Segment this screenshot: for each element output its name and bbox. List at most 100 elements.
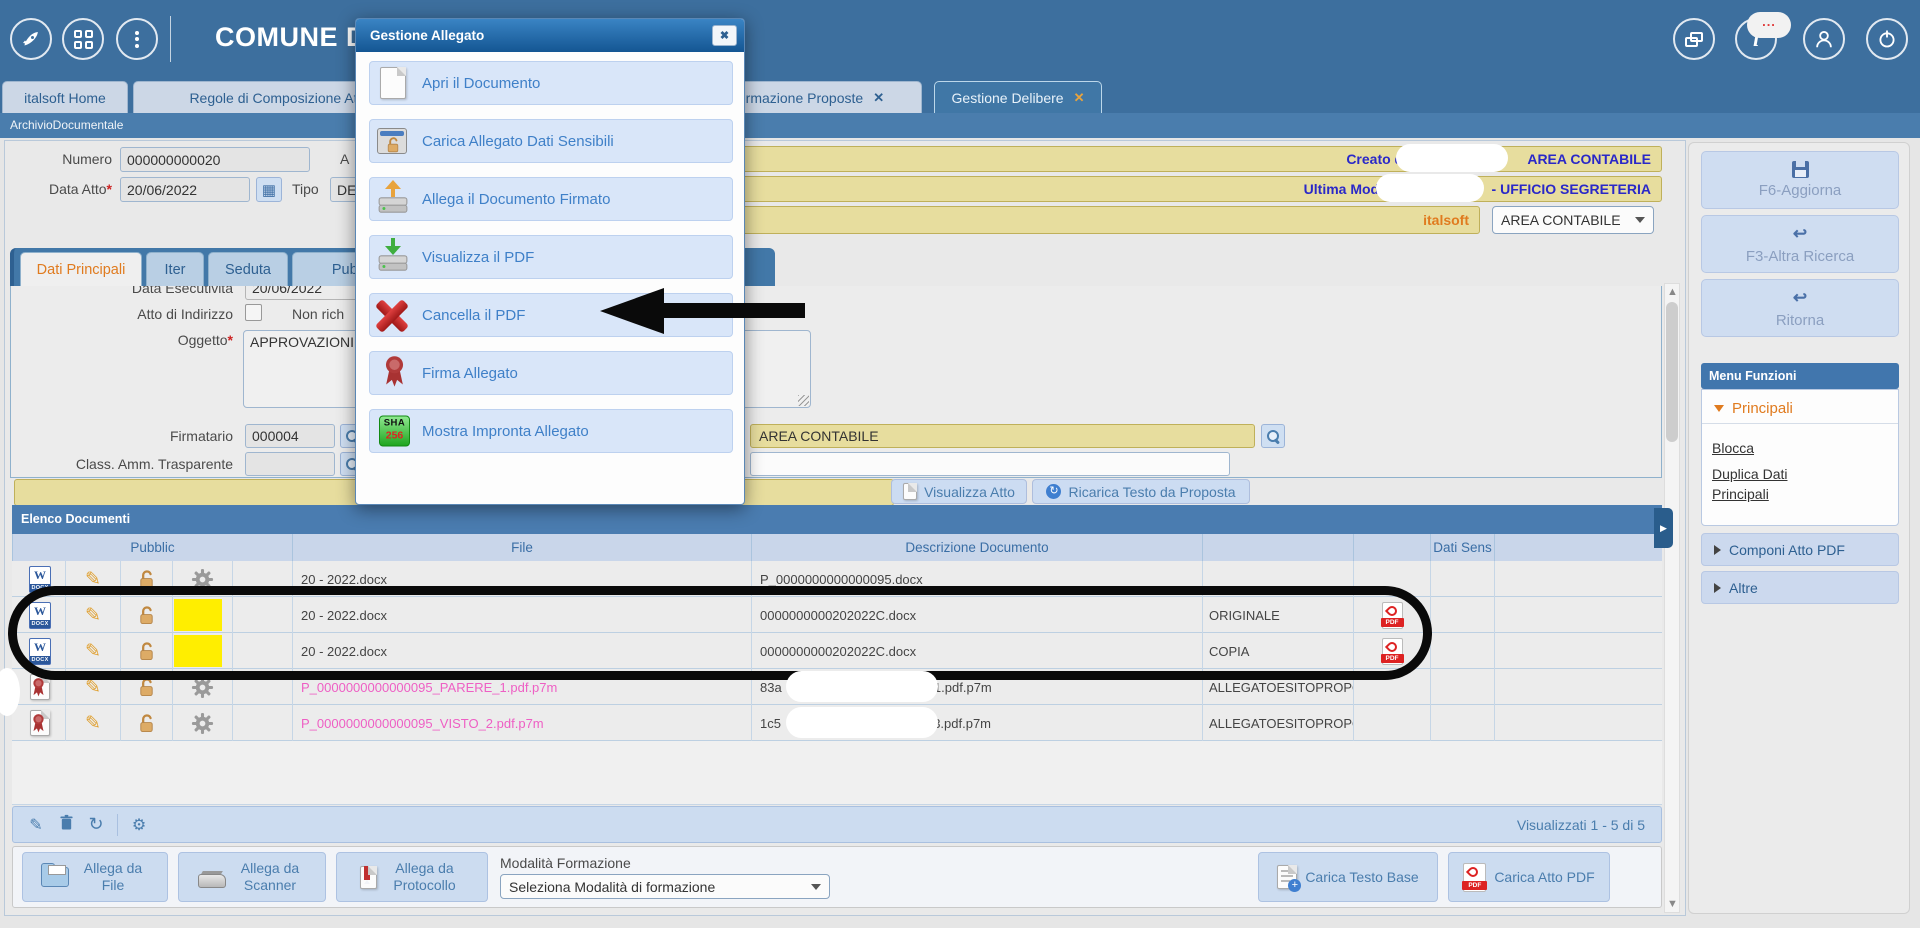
search-icon[interactable] bbox=[1261, 424, 1285, 448]
visualizza-atto-button[interactable]: Visualizza Atto bbox=[891, 479, 1027, 504]
col-pdf[interactable] bbox=[1353, 534, 1430, 561]
edit-icon[interactable]: ✎ bbox=[65, 669, 120, 705]
tab-italsoft-home[interactable]: italsoft Home bbox=[2, 81, 128, 113]
lock-icon[interactable] bbox=[120, 669, 172, 705]
apps-grid-icon[interactable] bbox=[62, 18, 104, 60]
col-tipo[interactable] bbox=[1202, 534, 1353, 561]
data-atto-input[interactable] bbox=[120, 177, 250, 202]
section-label: Altre bbox=[1729, 580, 1758, 596]
mostra-impronta-item[interactable]: SHA256 Mostra Impronta Allegato bbox=[369, 409, 733, 453]
chevron-down-icon bbox=[1635, 217, 1645, 223]
open-docx-icon[interactable]: WDOCX bbox=[15, 597, 65, 633]
gear-icon[interactable] bbox=[172, 705, 232, 741]
atto-indirizzo-checkbox[interactable] bbox=[245, 304, 262, 321]
lock-icon[interactable] bbox=[120, 705, 172, 741]
ritorna-button[interactable]: ↩ Ritorna bbox=[1701, 279, 1899, 337]
area-select[interactable]: AREA CONTABILE bbox=[1492, 206, 1654, 234]
edit-icon[interactable]: ✎ bbox=[65, 597, 120, 633]
lock-icon[interactable] bbox=[120, 561, 172, 597]
file-name[interactable]: P_0000000000000095_PARERE_1.pdf.p7m bbox=[292, 669, 751, 705]
power-icon[interactable] bbox=[1866, 18, 1908, 60]
col-pubblicazione[interactable]: Pubblic bbox=[12, 534, 292, 561]
close-icon[interactable]: ✕ bbox=[873, 90, 884, 106]
numero-label: Numero bbox=[20, 151, 112, 167]
collapse-panel-icon[interactable]: ▶ bbox=[1654, 508, 1673, 548]
componi-atto-pdf-section[interactable]: Componi Atto PDF bbox=[1701, 533, 1899, 566]
tipo-cell: ALLEGATOESITOPROPOSTA bbox=[1202, 669, 1353, 705]
edit-icon[interactable]: ✎ bbox=[65, 633, 120, 669]
f6-aggiorna-button[interactable]: F6-Aggiorna bbox=[1701, 151, 1899, 209]
tab-iter[interactable]: Iter bbox=[146, 252, 204, 286]
resize-grip[interactable] bbox=[798, 395, 809, 406]
gear-icon[interactable] bbox=[172, 669, 232, 705]
windows-switch-icon[interactable] bbox=[1673, 18, 1715, 60]
vertical-scrollbar[interactable]: ▲ ▼ bbox=[1664, 283, 1680, 913]
file-name[interactable]: 20 - 2022.docx bbox=[292, 633, 751, 669]
carica-dati-sensibili-item[interactable]: Carica Allegato Dati Sensibili bbox=[369, 119, 733, 163]
signed-document-icon[interactable] bbox=[15, 705, 65, 741]
allega-da-protocollo-button[interactable]: Allega da Protocollo bbox=[336, 852, 488, 902]
calendar-icon[interactable]: ▦ bbox=[256, 177, 282, 202]
duplica-dati-link[interactable]: Duplica Dati Principali bbox=[1712, 464, 1832, 504]
chevron-down-icon bbox=[1714, 405, 1724, 412]
modalita-formazione-select[interactable]: Seleziona Modalità di formazione bbox=[500, 874, 830, 899]
class-amm-input[interactable] bbox=[245, 452, 335, 476]
blocca-link[interactable]: Blocca bbox=[1712, 438, 1898, 458]
user-icon[interactable] bbox=[1803, 18, 1845, 60]
altre-section[interactable]: Altre bbox=[1701, 571, 1899, 604]
tab-gestione-delibere[interactable]: Gestione Delibere ✕ bbox=[934, 81, 1102, 113]
tab-dati-principali[interactable]: Dati Principali bbox=[20, 252, 142, 286]
gear-icon[interactable] bbox=[172, 561, 232, 597]
rocket-icon[interactable] bbox=[10, 18, 52, 60]
close-icon[interactable]: ✖ bbox=[712, 25, 737, 46]
open-docx-icon[interactable]: WDOCX bbox=[15, 633, 65, 669]
censor-blob bbox=[1376, 174, 1484, 202]
signed-document-icon[interactable] bbox=[15, 669, 65, 705]
lock-icon[interactable] bbox=[120, 597, 172, 633]
table-row[interactable]: WDOCX ✎ 20 - 2022.docx P_000000000000009… bbox=[12, 561, 1662, 597]
table-row[interactable]: WDOCX ✎ 20 - 2022.docx 0000000000202022C… bbox=[12, 597, 1662, 633]
ricarica-testo-button[interactable]: ↻ Ricarica Testo da Proposta bbox=[1032, 479, 1250, 504]
allega-da-scanner-button[interactable]: Allega da Scanner bbox=[178, 852, 326, 902]
pubblicazione-cell bbox=[232, 597, 292, 633]
non-richiesta-label: Non rich bbox=[292, 306, 344, 322]
scroll-up-icon[interactable]: ▲ bbox=[1667, 287, 1677, 297]
file-name[interactable]: 20 - 2022.docx bbox=[292, 597, 751, 633]
trash-icon[interactable] bbox=[51, 814, 81, 836]
pdf-icon[interactable]: PDF bbox=[1353, 597, 1430, 633]
modal-title-bar[interactable]: Gestione Allegato bbox=[356, 19, 744, 52]
allega-documento-firmato-item[interactable]: Allega il Documento Firmato bbox=[369, 177, 733, 221]
edit-icon[interactable]: ✎ bbox=[65, 705, 120, 741]
cancella-pdf-item[interactable]: Cancella il PDF bbox=[369, 293, 733, 337]
more-options-icon[interactable] bbox=[116, 18, 158, 60]
close-icon[interactable]: ✕ bbox=[1074, 90, 1085, 106]
tab-seduta[interactable]: Seduta bbox=[208, 252, 288, 286]
scroll-down-icon[interactable]: ▼ bbox=[1667, 899, 1677, 909]
principali-toggle[interactable]: Principali bbox=[1702, 390, 1898, 424]
scrollbar-thumb[interactable] bbox=[1666, 302, 1678, 442]
allega-da-file-button[interactable]: Allega da File bbox=[22, 852, 168, 902]
col-dati-sensibili[interactable]: Dati Sens bbox=[1430, 534, 1494, 561]
refresh-icon[interactable]: ↻ bbox=[81, 814, 111, 835]
edit-icon[interactable]: ✎ bbox=[65, 561, 120, 597]
gear-icon[interactable]: ⚙ bbox=[124, 815, 154, 835]
lock-icon[interactable] bbox=[120, 633, 172, 669]
col-descrizione[interactable]: Descrizione Documento bbox=[751, 534, 1202, 561]
edit-icon[interactable]: ✎ bbox=[21, 815, 51, 835]
numero-input[interactable] bbox=[120, 147, 310, 172]
col-file[interactable]: File bbox=[292, 534, 751, 561]
apri-documento-item[interactable]: Apri il Documento bbox=[369, 61, 733, 105]
f3-altra-ricerca-button[interactable]: ↩ F3-Altra Ricerca bbox=[1701, 215, 1899, 273]
pdf-icon[interactable]: PDF bbox=[1353, 633, 1430, 669]
class-amm-desc-input[interactable] bbox=[750, 452, 1230, 476]
carica-atto-pdf-button[interactable]: PDF Carica Atto PDF bbox=[1448, 852, 1610, 902]
col-extra[interactable] bbox=[1494, 534, 1662, 561]
firmatario-input[interactable] bbox=[245, 424, 335, 448]
carica-testo-base-button[interactable]: + Carica Testo Base bbox=[1258, 852, 1438, 902]
visualizza-pdf-item[interactable]: Visualizza il PDF bbox=[369, 235, 733, 279]
table-row[interactable]: WDOCX ✎ 20 - 2022.docx 0000000000202022C… bbox=[12, 633, 1662, 669]
firma-allegato-item[interactable]: Firma Allegato bbox=[369, 351, 733, 395]
file-name[interactable]: P_0000000000000095_VISTO_2.pdf.p7m bbox=[292, 705, 751, 741]
open-docx-icon[interactable]: WDOCX bbox=[15, 561, 65, 597]
file-name[interactable]: 20 - 2022.docx bbox=[292, 561, 751, 597]
